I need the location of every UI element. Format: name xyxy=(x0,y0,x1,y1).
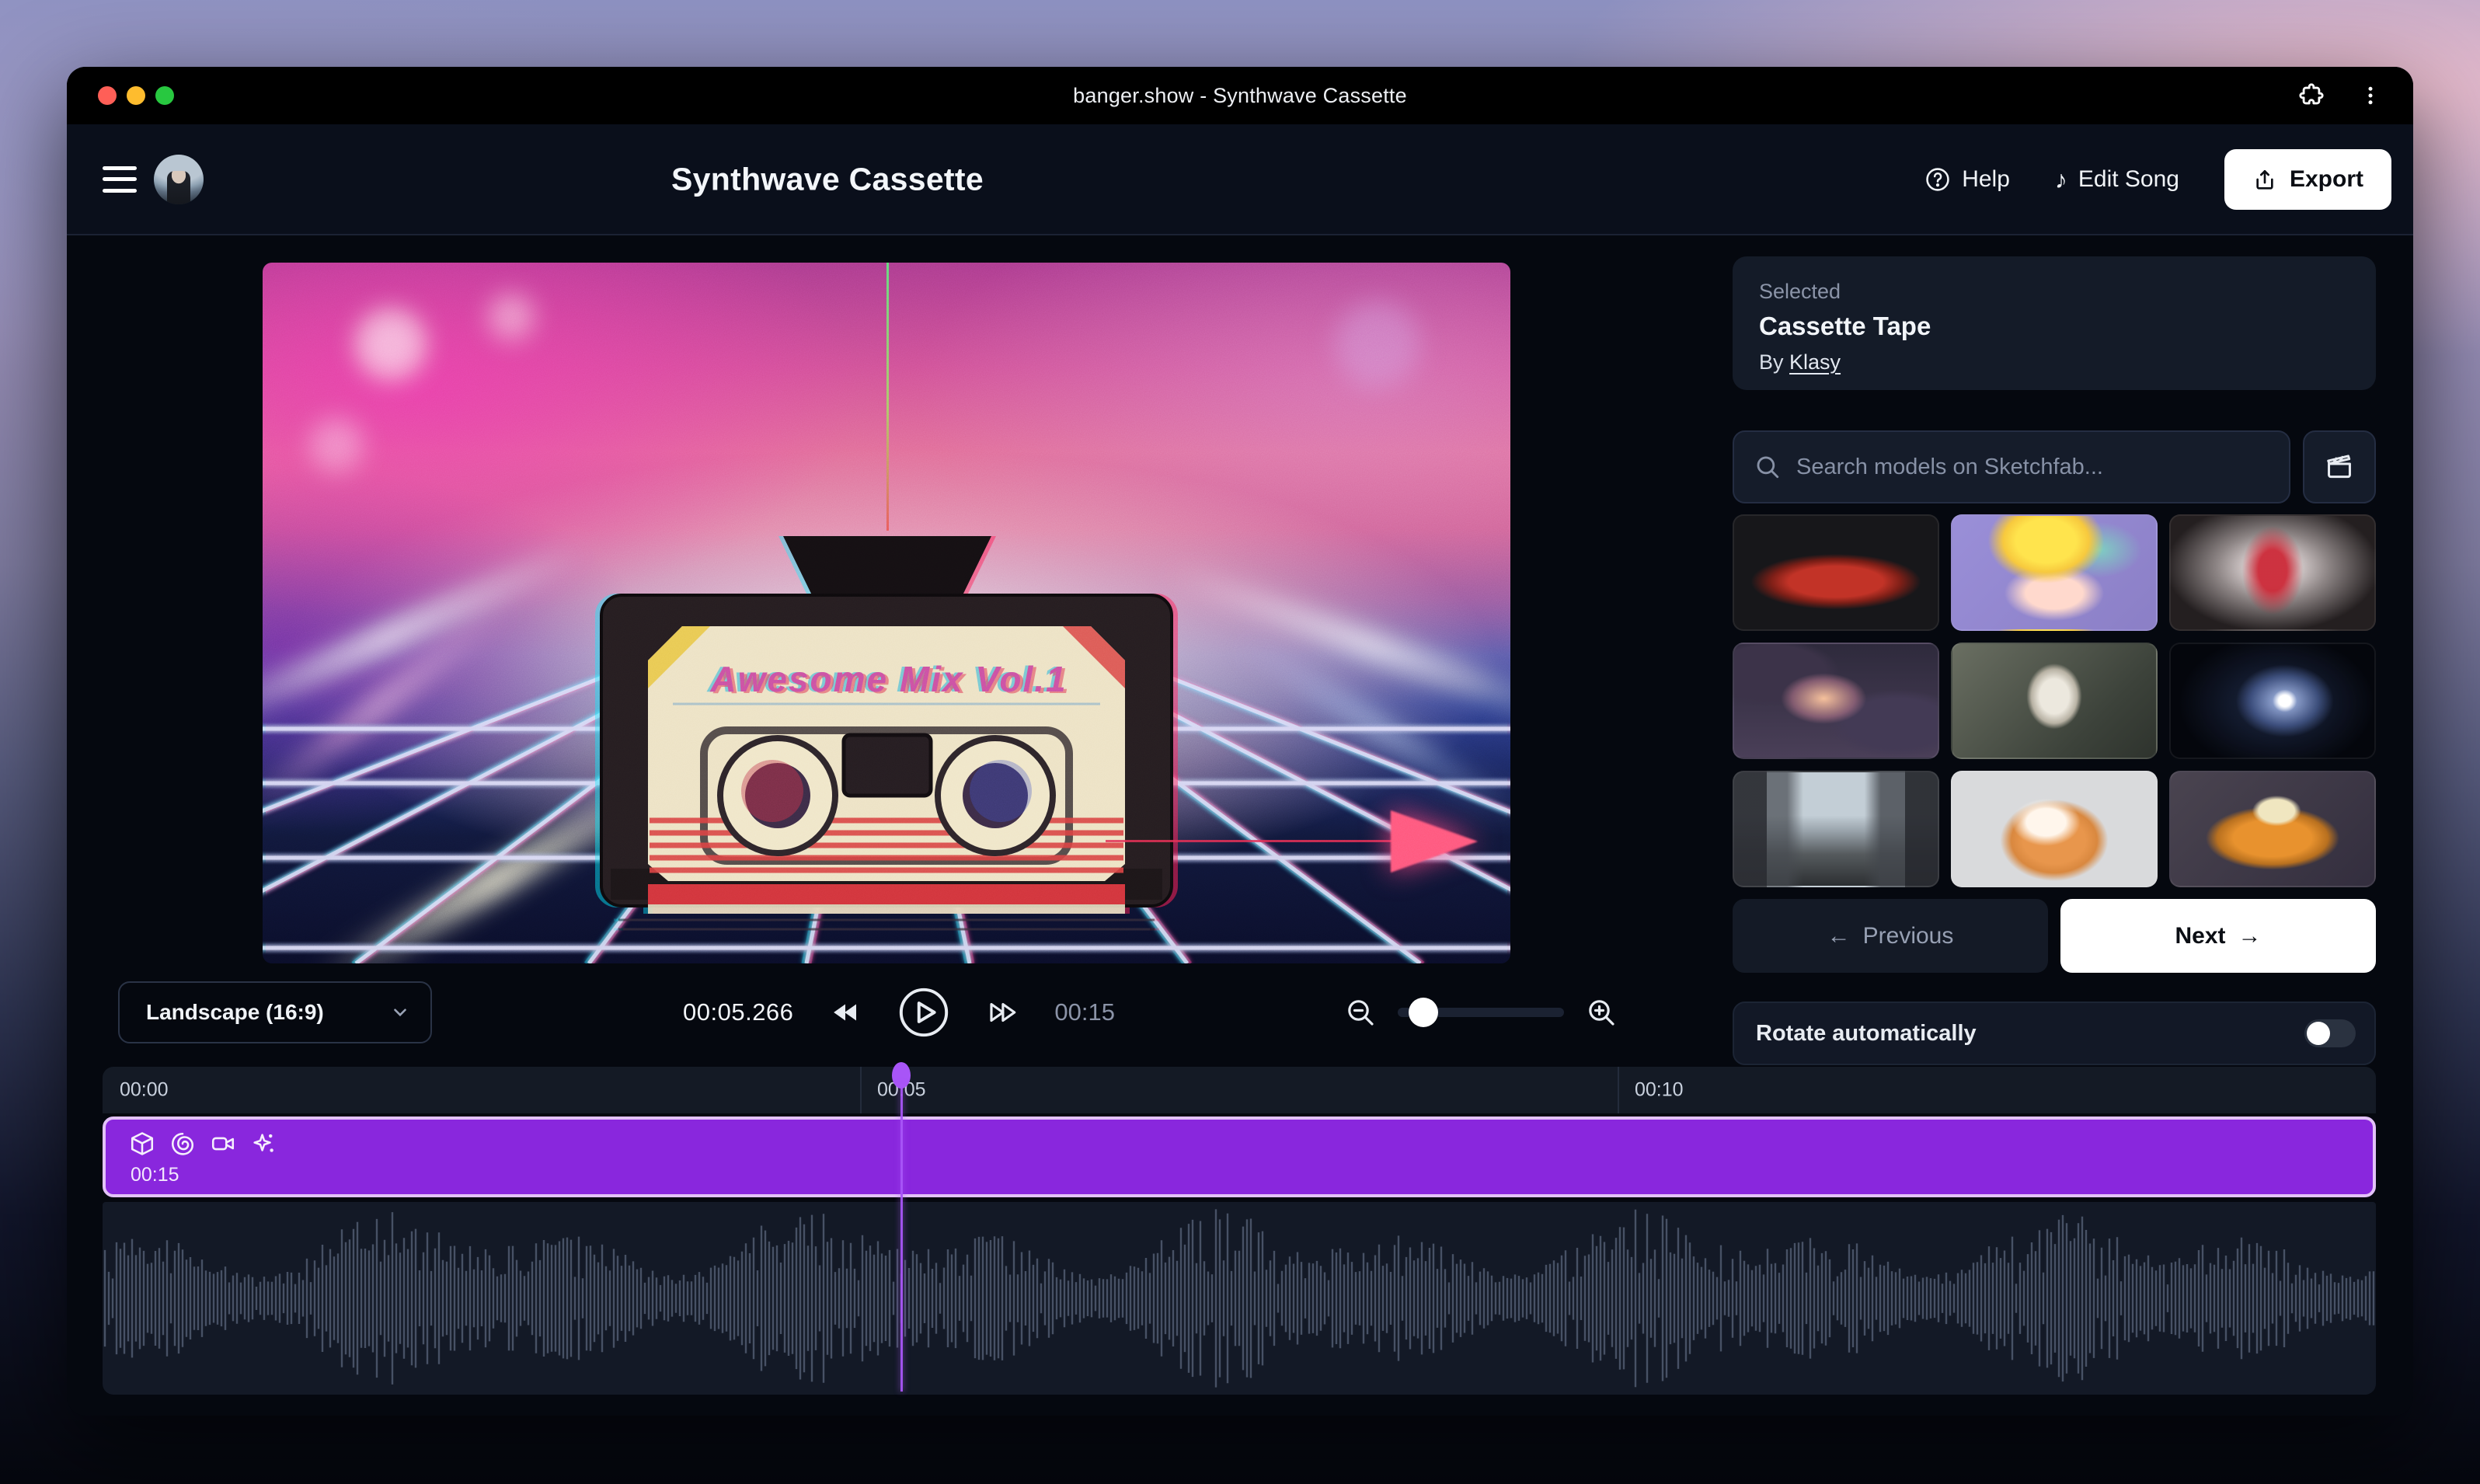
ruler-tick: 00:10 xyxy=(1635,1079,1684,1102)
ruler-tick-line xyxy=(860,1067,862,1113)
cube-3d-icon xyxy=(129,1130,155,1157)
clip-duration: 00:15 xyxy=(131,1164,179,1186)
pagination-row: ← Previous Next → xyxy=(1733,899,2376,973)
maximize-icon[interactable] xyxy=(155,86,174,105)
header-actions: Help ♪ Edit Song Export xyxy=(1924,124,2391,234)
play-button[interactable] xyxy=(897,986,950,1039)
timeline-ruler[interactable]: 00:00 00:05 00:10 xyxy=(103,1067,2376,1113)
close-icon[interactable] xyxy=(98,86,117,105)
share-export-icon xyxy=(2252,167,2277,192)
zoom-slider-knob[interactable] xyxy=(1409,998,1438,1027)
selected-model-card: Selected Cassette Tape By Klasy xyxy=(1733,256,2376,390)
total-duration: 00:15 xyxy=(1054,998,1115,1026)
titlebar-actions xyxy=(2298,82,2384,109)
aspect-ratio-select[interactable]: Landscape (16:9) xyxy=(118,981,432,1043)
timeline-zoom-slider[interactable] xyxy=(1398,1008,1564,1017)
previous-button[interactable]: ← Previous xyxy=(1733,899,2048,973)
sparkles-icon xyxy=(250,1130,277,1157)
current-time: 00:05.266 xyxy=(683,998,793,1026)
glitch-red-line xyxy=(1106,840,1395,842)
hamburger-menu-icon[interactable] xyxy=(103,166,137,193)
kebab-menu-icon[interactable] xyxy=(2357,82,2384,109)
chevron-down-icon xyxy=(390,1002,410,1022)
timeline: 00:00 00:05 00:10 xyxy=(103,1067,2376,1396)
toggle-knob[interactable] xyxy=(2307,1022,2330,1045)
model-thumbnail[interactable] xyxy=(1733,771,1939,887)
previous-label: Previous xyxy=(1863,923,1954,949)
export-label: Export xyxy=(2290,166,2363,193)
model-grid xyxy=(1733,514,2376,887)
app-header: Synthwave Cassette Help ♪ Edit Song xyxy=(67,124,2413,235)
rotate-setting-card: Rotate automatically xyxy=(1733,1002,2376,1065)
window-controls xyxy=(98,86,174,105)
aspect-ratio-value: Landscape (16:9) xyxy=(146,1000,324,1025)
music-note-icon: ♪ xyxy=(2055,167,2067,192)
author-link[interactable]: Klasy xyxy=(1789,350,1841,374)
by-prefix: By xyxy=(1759,350,1784,374)
ruler-tick-line xyxy=(1618,1067,1619,1113)
edit-song-label: Edit Song xyxy=(2078,166,2179,193)
clapperboard-icon[interactable] xyxy=(2303,430,2376,503)
rotate-label: Rotate automatically xyxy=(1756,1021,1977,1047)
rotate-toggle[interactable] xyxy=(2304,1019,2356,1047)
model-thumbnail[interactable] xyxy=(1733,643,1939,759)
model-thumbnail[interactable] xyxy=(1733,514,1939,631)
model-thumbnail[interactable] xyxy=(1951,771,2158,887)
cassette-3d-model: Awesome Mix Vol.1 Awesome Mix Vol.1 Awes… xyxy=(587,535,1186,946)
bokeh-light xyxy=(356,309,426,379)
model-thumbnail[interactable] xyxy=(1951,643,2158,759)
video-preview-viewport[interactable]: Awesome Mix Vol.1 Awesome Mix Vol.1 Awes… xyxy=(263,263,1510,963)
video-clip[interactable]: 00:15 xyxy=(103,1116,2376,1197)
search-input[interactable] xyxy=(1796,455,2269,480)
model-thumbnail[interactable] xyxy=(1951,514,2158,631)
app-window: banger.show - Synthwave Cassette Synthwa… xyxy=(67,67,2413,1416)
transport-controls: 00:05.266 00:15 xyxy=(683,980,1115,1045)
audio-waveform[interactable] xyxy=(103,1202,2376,1395)
next-label: Next xyxy=(2175,923,2225,949)
bokeh-light xyxy=(1335,301,1420,387)
window-title: banger.show - Synthwave Cassette xyxy=(1073,84,1407,108)
pink-arrow xyxy=(1391,810,1478,873)
zoom-in-icon[interactable] xyxy=(1586,997,1617,1028)
spiral-icon xyxy=(169,1130,196,1157)
model-author-line: By Klasy xyxy=(1759,350,2349,374)
playback-controls: Landscape (16:9) 00:05.266 00:15 xyxy=(118,980,1617,1045)
arrow-left-icon: ← xyxy=(1827,923,1851,949)
rewind-button[interactable] xyxy=(829,996,862,1029)
playhead-line xyxy=(900,1084,903,1392)
circle-question-icon xyxy=(1924,166,1951,193)
help-label: Help xyxy=(1962,166,2010,193)
minimize-icon[interactable] xyxy=(127,86,145,105)
zoom-out-icon[interactable] xyxy=(1345,997,1376,1028)
search-icon xyxy=(1754,454,1781,480)
search-row xyxy=(1733,430,2376,503)
page-title: Synthwave Cassette xyxy=(671,161,984,197)
edit-song-button[interactable]: ♪ Edit Song xyxy=(2055,166,2179,193)
arrow-right-icon: → xyxy=(2238,923,2262,949)
bokeh-light xyxy=(488,294,535,340)
help-button[interactable]: Help xyxy=(1924,166,2010,193)
model-thumbnail[interactable] xyxy=(2169,514,2376,631)
extensions-puzzle-icon[interactable] xyxy=(2298,82,2325,109)
bokeh-light xyxy=(309,418,364,472)
video-camera-icon xyxy=(210,1130,236,1157)
next-button[interactable]: Next → xyxy=(2060,899,2376,973)
search-box[interactable] xyxy=(1733,430,2290,503)
model-thumbnail[interactable] xyxy=(2169,771,2376,887)
glitch-scanline xyxy=(886,263,889,531)
ruler-tick: 00:00 xyxy=(120,1079,169,1102)
window-titlebar: banger.show - Synthwave Cassette xyxy=(67,67,2413,124)
clip-icons xyxy=(129,1130,277,1157)
model-sidebar: Selected Cassette Tape By Klasy xyxy=(1733,256,2376,1065)
fast-forward-button[interactable] xyxy=(986,996,1019,1029)
avatar[interactable] xyxy=(154,155,204,204)
model-thumbnail[interactable] xyxy=(2169,643,2376,759)
selected-model-name: Cassette Tape xyxy=(1759,312,2349,341)
cassette-label-text: Awesome Mix Vol.1 xyxy=(709,659,1067,699)
selected-label: Selected xyxy=(1759,280,2349,304)
export-button[interactable]: Export xyxy=(2224,149,2391,210)
zoom-controls xyxy=(1345,980,1617,1045)
